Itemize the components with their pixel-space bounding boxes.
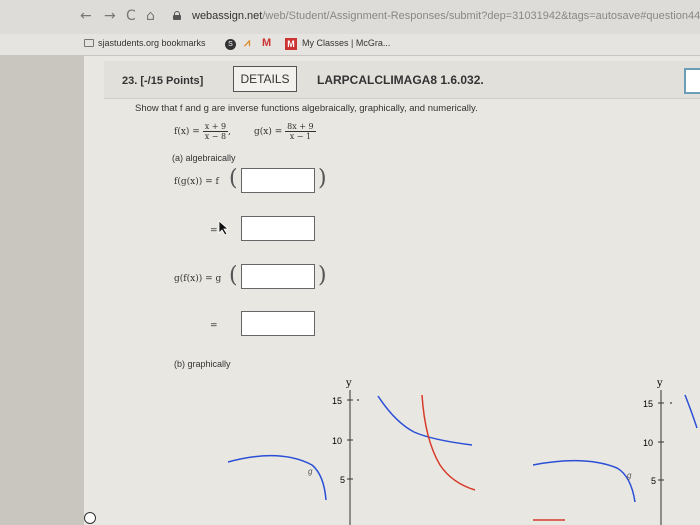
f-curve-left	[227, 455, 327, 501]
graph-2: y 15 10 5 g	[532, 378, 698, 525]
radio-button[interactable]	[84, 512, 96, 524]
question-prompt: Show that f and g are inverse functions …	[135, 103, 478, 114]
lock-icon	[173, 11, 181, 20]
g-curve-right	[421, 394, 476, 491]
reload-button[interactable]: C	[126, 8, 136, 24]
tick-label-5: 5	[340, 475, 345, 485]
address-bar[interactable]: webassign.net/web/Student/Assignment-Res…	[192, 10, 700, 22]
mouse-cursor-icon	[218, 220, 230, 236]
notes-box[interactable]	[684, 68, 700, 94]
fg-equals: =	[210, 226, 218, 236]
f-curve-left	[532, 459, 636, 503]
bookmarks-bar: sjastudents.org bookmarks S ⩘ M M My Cla…	[0, 34, 700, 56]
tick-label-10: 10	[643, 438, 653, 448]
g-definition: g(x) = 8x + 9x − 1	[254, 122, 316, 141]
home-button[interactable]: ⌂	[146, 8, 155, 24]
f-curve-right	[684, 394, 698, 429]
forward-button[interactable]: →	[104, 8, 116, 24]
tick-label-15: 15	[332, 396, 342, 406]
g-curve-label: g	[627, 471, 632, 480]
y-axis-label: y	[656, 378, 663, 389]
part-b-label: (b) graphically	[174, 359, 231, 369]
question-number: 23. [-/15 Points]	[122, 75, 204, 87]
part-a-label: (a) algebraically	[172, 153, 236, 163]
folder-icon	[84, 39, 94, 47]
f-definition: f(x) = x + 9x − 8,	[174, 122, 231, 141]
tick-label-15: 15	[643, 399, 653, 409]
gf-lhs: g(f(x)) = g	[174, 274, 222, 284]
bookmark-s-icon[interactable]: S	[225, 39, 236, 50]
mcgraw-icon: M	[285, 38, 297, 50]
url-host: webassign.net	[192, 10, 263, 22]
tick-label-5: 5	[651, 476, 656, 486]
fg-result-input[interactable]	[241, 216, 315, 241]
y-axis-label: y	[345, 378, 352, 389]
gf-inner-input[interactable]	[241, 264, 315, 289]
url-path: /web/Student/Assignment-Responses/submit…	[262, 10, 700, 22]
bookmark-gmail-icon[interactable]: M	[262, 37, 271, 49]
g-curve-label: g	[308, 467, 313, 476]
fg-inner-input[interactable]	[241, 168, 315, 193]
question-code: LARPCALCLIMAGA8 1.6.032.	[317, 73, 484, 87]
fg-lhs: f(g(x)) = f	[174, 177, 219, 187]
gf-result-input[interactable]	[241, 311, 315, 336]
question-header: 23. [-/15 Points] DETAILS LARPCALCLIMAGA…	[104, 61, 700, 99]
gf-equals: =	[210, 321, 218, 331]
browser-toolbar: ← → C ⌂ webassign.net/web/Student/Assign…	[0, 0, 700, 34]
details-button[interactable]: DETAILS	[233, 66, 297, 92]
bookmark-myclasses[interactable]: My Classes | McGra...	[302, 38, 390, 48]
tick-label-10: 10	[332, 436, 342, 446]
graph-1: y 15 10 5 g	[227, 378, 476, 525]
bookmark-folder-sjastudents[interactable]: sjastudents.org bookmarks	[84, 38, 206, 48]
back-button[interactable]: ←	[80, 8, 92, 24]
bookmark-wave-icon[interactable]: ⩘	[244, 37, 250, 50]
